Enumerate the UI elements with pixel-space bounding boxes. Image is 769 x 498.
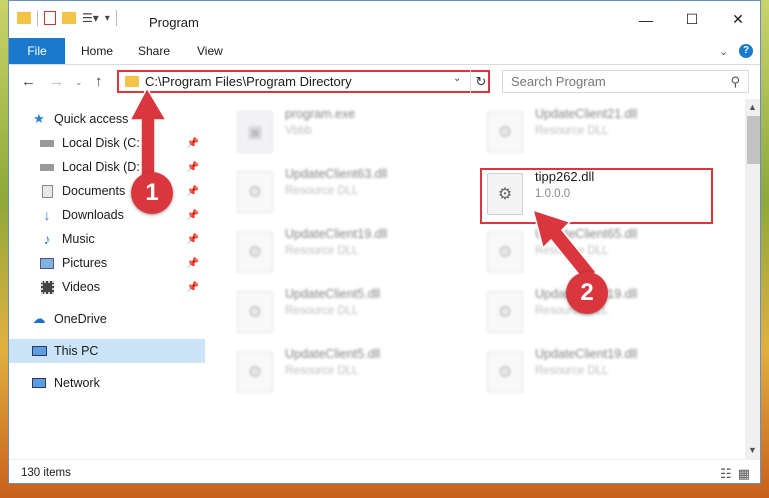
step-badge-2: 2 [566, 272, 608, 314]
step-badge-1: 1 [131, 172, 173, 214]
annotation-arrows [128, 86, 598, 284]
arrow-1 [128, 86, 168, 186]
